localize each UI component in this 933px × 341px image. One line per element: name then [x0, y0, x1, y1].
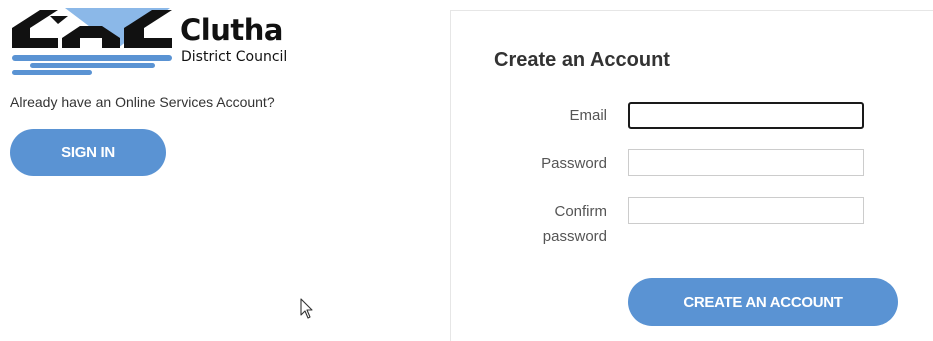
create-account-panel: Create an Account Email Password Confirm…	[450, 10, 933, 341]
email-label: Email	[569, 107, 607, 124]
confirm-password-label-line1: Confirm	[554, 203, 607, 220]
sign-in-button[interactable]: SIGN IN	[10, 129, 166, 176]
confirm-password-label-line2: password	[542, 228, 607, 245]
password-label: Password	[541, 155, 607, 172]
brand-name: Clutha	[180, 13, 283, 47]
confirm-password-field[interactable]	[628, 197, 864, 224]
clutha-logo: Clutha District Council	[10, 8, 310, 76]
existing-account-prompt: Already have an Online Services Account?	[10, 94, 275, 110]
cdc-logo-mark	[12, 8, 172, 75]
create-account-title: Create an Account	[494, 49, 670, 71]
confirm-password-label: Confirm password	[517, 199, 607, 249]
create-account-button[interactable]: CREATE AN ACCOUNT	[628, 278, 898, 326]
mouse-pointer-icon	[300, 298, 314, 325]
email-field[interactable]	[628, 102, 864, 129]
password-field[interactable]	[628, 149, 864, 176]
brand-subtitle: District Council	[181, 49, 288, 65]
